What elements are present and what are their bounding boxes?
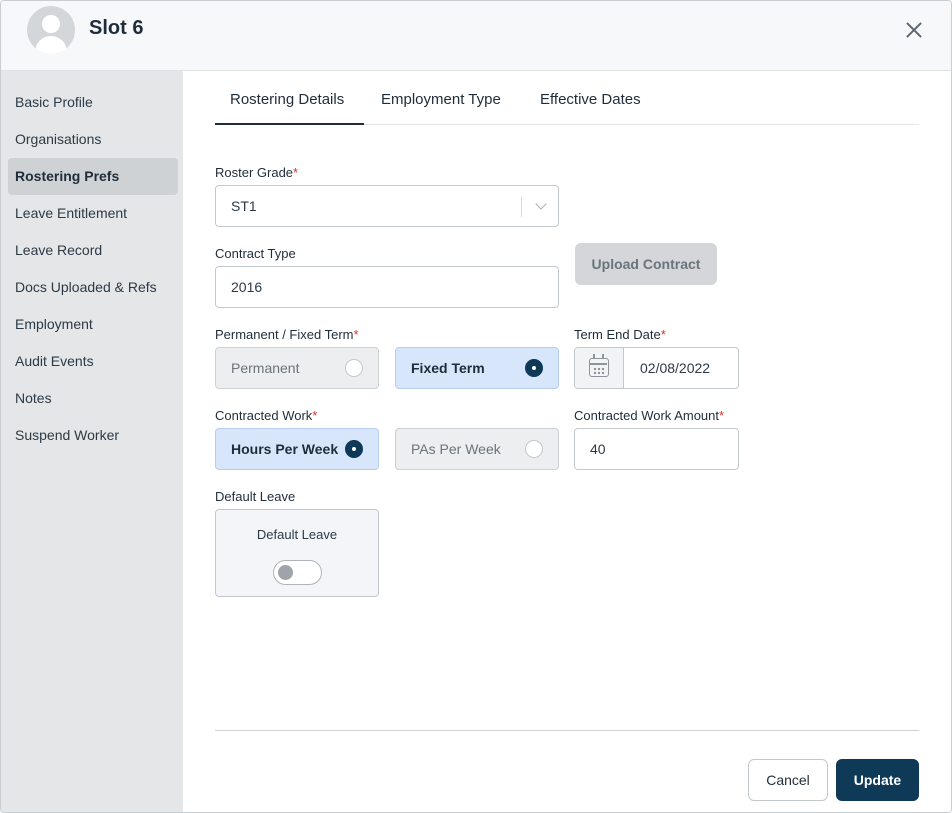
chevron-down-icon[interactable] — [534, 198, 550, 214]
sidebar-item-employment[interactable]: Employment — [8, 306, 178, 343]
contracted-work-label-text: Contracted Work — [215, 408, 313, 423]
upload-contract-button[interactable]: Upload Contract — [575, 243, 717, 285]
contracted-work-label: Contracted Work* — [215, 408, 317, 423]
required-mark: * — [312, 408, 318, 423]
pas-per-week-label: PAs Per Week — [411, 441, 501, 457]
term-end-date-value: 02/08/2022 — [640, 360, 711, 376]
sidebar-item-organisations[interactable]: Organisations — [8, 121, 178, 158]
default-leave-toggle[interactable] — [273, 560, 322, 585]
permanent-fixed-label: Permanent / Fixed Term* — [215, 327, 359, 342]
default-leave-label: Default Leave — [215, 489, 296, 504]
modal-header: Slot 6 — [1, 1, 951, 71]
fixed-term-option-label: Fixed Term — [411, 360, 485, 376]
close-icon[interactable] — [901, 17, 927, 43]
calendar-button[interactable] — [575, 348, 624, 388]
avatar-body — [35, 36, 67, 54]
roster-grade-select[interactable]: ST1 — [215, 185, 559, 227]
footer-divider — [215, 730, 919, 731]
required-mark: * — [660, 327, 666, 342]
contract-type-input[interactable]: 2016 — [215, 266, 559, 308]
calendar-icon — [589, 354, 609, 377]
term-end-date-label: Term End Date* — [574, 327, 666, 342]
contract-type-label: Contract Type — [215, 246, 296, 261]
tab-effective-dates[interactable]: Effective Dates — [540, 91, 641, 125]
sidebar-item-leave-entitlement[interactable]: Leave Entitlement — [8, 195, 178, 232]
worker-modal: Slot 6 Basic Profile Organisations Roste… — [0, 0, 952, 813]
tab-employment-type[interactable]: Employment Type — [381, 91, 501, 125]
default-leave-card-label: Default Leave — [256, 527, 338, 542]
sidebar: Basic Profile Organisations Rostering Pr… — [1, 71, 183, 812]
tab-bar: Rostering Details Employment Type Effect… — [215, 71, 919, 125]
term-end-date-input[interactable]: 02/08/2022 — [574, 347, 739, 389]
hours-per-week-option[interactable]: Hours Per Week — [215, 428, 379, 470]
cancel-button[interactable]: Cancel — [748, 759, 828, 801]
permanent-option[interactable]: Permanent — [215, 347, 379, 389]
hours-per-week-radio[interactable] — [345, 440, 363, 458]
toggle-knob — [278, 565, 293, 580]
avatar-head — [42, 15, 60, 33]
main-content: Rostering Details Employment Type Effect… — [183, 71, 951, 812]
roster-grade-label: Roster Grade* — [215, 165, 298, 180]
sidebar-item-docs-uploaded[interactable]: Docs Uploaded & Refs — [8, 269, 178, 306]
fixed-term-option[interactable]: Fixed Term — [395, 347, 559, 389]
permanent-option-label: Permanent — [231, 360, 300, 376]
modal-title: Slot 6 — [89, 17, 144, 39]
contract-type-value: 2016 — [231, 279, 263, 295]
roster-grade-value: ST1 — [231, 198, 257, 214]
update-button[interactable]: Update — [836, 759, 919, 801]
contracted-work-amount-value: 40 — [590, 441, 606, 457]
required-mark: * — [719, 408, 725, 423]
permanent-radio[interactable] — [345, 359, 363, 377]
contracted-work-amount-input[interactable]: 40 — [574, 428, 739, 470]
user-avatar-icon — [27, 6, 75, 54]
contracted-work-amount-label: Contracted Work Amount* — [574, 408, 724, 423]
sidebar-item-audit-events[interactable]: Audit Events — [8, 343, 178, 380]
pas-per-week-radio[interactable] — [525, 440, 543, 458]
term-end-date-label-text: Term End Date — [574, 327, 661, 342]
sidebar-item-rostering-prefs[interactable]: Rostering Prefs — [8, 158, 178, 195]
sidebar-item-suspend-worker[interactable]: Suspend Worker — [8, 417, 178, 454]
tab-rostering-details[interactable]: Rostering Details — [215, 91, 364, 125]
select-divider — [521, 197, 522, 217]
roster-grade-label-text: Roster Grade — [215, 165, 294, 180]
pas-per-week-option[interactable]: PAs Per Week — [395, 428, 559, 470]
permanent-fixed-label-text: Permanent / Fixed Term — [215, 327, 354, 342]
sidebar-item-leave-record[interactable]: Leave Record — [8, 232, 178, 269]
fixed-term-radio[interactable] — [525, 359, 543, 377]
required-mark: * — [353, 327, 359, 342]
contracted-work-amount-label-text: Contracted Work Amount — [574, 408, 719, 423]
sidebar-item-notes[interactable]: Notes — [8, 380, 178, 417]
default-leave-card: Default Leave — [215, 509, 379, 597]
hours-per-week-label: Hours Per Week — [231, 441, 339, 457]
sidebar-item-basic-profile[interactable]: Basic Profile — [8, 84, 178, 121]
required-mark: * — [293, 165, 299, 180]
